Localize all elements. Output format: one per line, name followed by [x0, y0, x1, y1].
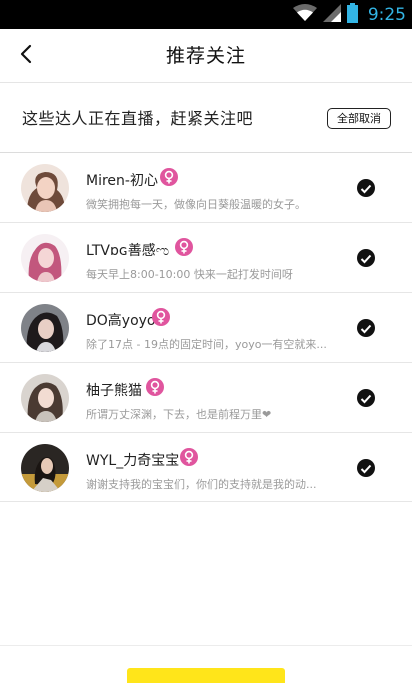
user-description: 除了17点 - 19点的固定时间，yoyo一有空就来...	[86, 338, 327, 351]
cancel-all-button[interactable]: 全部取消	[327, 108, 391, 129]
female-icon	[180, 448, 198, 466]
live-banner: 这些达人正在直播，赶紧关注吧 全部取消	[0, 84, 412, 153]
user-name: LTVɒɢ善感ಌ	[86, 243, 170, 259]
list-item[interactable]: LTVɒɢ善感ಌ 每天早上8:00-10:00 快来一起打发时间呀	[0, 223, 412, 293]
female-icon	[160, 168, 178, 186]
list-item[interactable]: DO高yoyo 除了17点 - 19点的固定时间，yoyo一有空就来...	[0, 293, 412, 363]
follow-checkbox[interactable]	[357, 459, 375, 477]
checkmark-icon	[360, 319, 372, 338]
status-icons: 9:25	[292, 0, 406, 29]
checkmark-icon	[360, 389, 372, 408]
list-item[interactable]: 柚子熊猫 所谓万丈深渊，下去，也是前程万里❤	[0, 363, 412, 433]
list-item[interactable]: Miren-初心 微笑拥抱每一天，做像向日葵般温暖的女子。	[0, 153, 412, 223]
wifi-icon	[292, 3, 317, 26]
female-icon	[146, 378, 164, 396]
banner-text: 这些达人正在直播，赶紧关注吧	[22, 109, 254, 128]
bottom-divider	[0, 645, 412, 646]
user-name: 柚子熊猫	[86, 383, 142, 399]
avatar[interactable]	[21, 304, 69, 352]
user-description: 谢谢支持我的宝宝们，你们的支持就是我的动...	[86, 478, 317, 491]
avatar[interactable]	[21, 374, 69, 422]
user-name: WYL_力奇宝宝	[86, 453, 180, 469]
user-description: 所谓万丈深渊，下去，也是前程万里❤	[86, 408, 272, 421]
avatar[interactable]	[21, 444, 69, 492]
status-time: 9:25	[367, 4, 406, 25]
follow-checkbox[interactable]	[357, 389, 375, 407]
user-description: 每天早上8:00-10:00 快来一起打发时间呀	[86, 268, 293, 281]
user-description: 微笑拥抱每一天，做像向日葵般温暖的女子。	[86, 198, 306, 211]
page-title: 推荐关注	[165, 45, 246, 67]
avatar[interactable]	[21, 164, 69, 212]
list-item[interactable]: WYL_力奇宝宝 谢谢支持我的宝宝们，你们的支持就是我的动...	[0, 433, 412, 502]
follow-checkbox[interactable]	[357, 249, 375, 267]
checkmark-icon	[360, 179, 372, 198]
female-icon	[152, 308, 170, 326]
header-bar: 推荐关注	[0, 29, 412, 83]
avatar[interactable]	[21, 234, 69, 282]
checkmark-icon	[360, 459, 372, 478]
signal-icon	[322, 3, 341, 26]
recommend-list: Miren-初心 微笑拥抱每一天，做像向日葵般温暖的女子。 LTVɒɢ善感ಌ 每…	[0, 153, 412, 502]
follow-checkbox[interactable]	[357, 319, 375, 337]
battery-icon	[346, 2, 358, 27]
user-name: Miren-初心	[86, 173, 158, 189]
user-name: DO高yoyo	[86, 313, 156, 329]
checkmark-icon	[360, 249, 372, 268]
follow-checkbox[interactable]	[357, 179, 375, 197]
status-bar: 9:25	[0, 0, 412, 29]
confirm-follow-button[interactable]	[127, 668, 285, 683]
female-icon	[175, 238, 193, 256]
